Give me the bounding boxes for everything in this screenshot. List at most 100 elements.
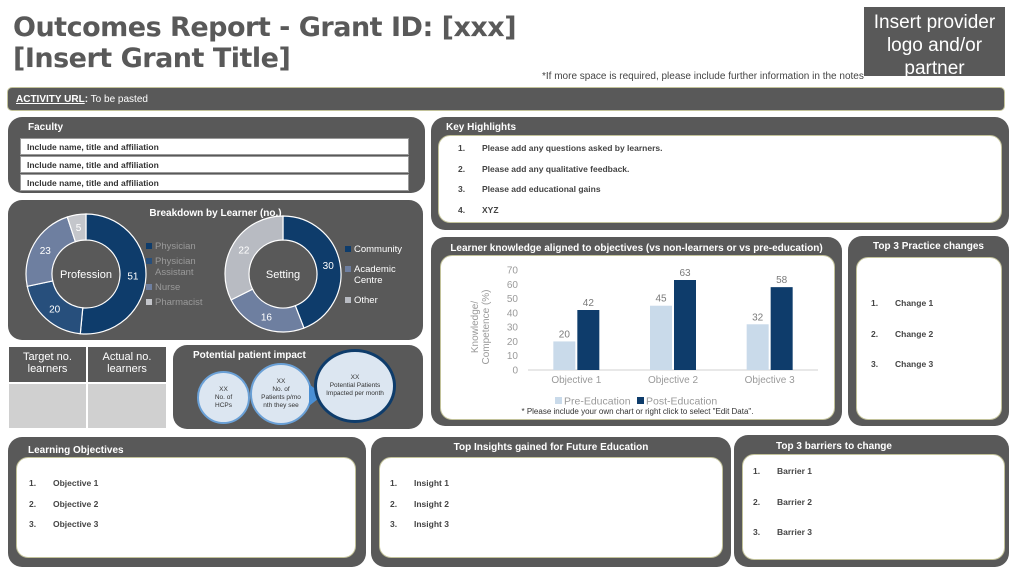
x-tick-label: Objective 3 <box>745 375 795 386</box>
legend-swatch <box>146 243 152 249</box>
donut-slice <box>224 215 284 301</box>
legend-nurse: Nurse <box>146 282 180 293</box>
objectives-panel: Learning Objectives 1. Objective 1 2. Obje… <box>8 437 366 567</box>
bar-data-label: 32 <box>752 312 764 323</box>
practice-changes-panel: Top 3 Practice changes 1. Change 1 2. Chan… <box>848 236 1009 426</box>
legend-label: Post-Education <box>646 396 717 408</box>
knowledge-title: Learner knowledge aligned to objectives … <box>450 243 823 254</box>
list-item: 3. Barrier 3 <box>753 527 812 537</box>
patients-per-month-bubble: XX No. of Patients p/mo nth they see <box>250 363 312 425</box>
highlights-title: Key Highlights <box>446 122 517 133</box>
list-item: 1. Insight 1 <box>390 478 449 488</box>
donut-data-label: 22 <box>238 245 250 256</box>
objectives-list: 1. Objective 1 2. Objective 2 3. Objective … <box>29 478 98 540</box>
legend-swatch <box>555 397 562 404</box>
donut-data-label: 5 <box>76 223 82 234</box>
highlights-panel: Key Highlights 1. Please add any question… <box>431 117 1009 230</box>
legend-other: Other <box>345 295 378 306</box>
y-tick-label: 50 <box>507 294 519 305</box>
legend-swatch <box>345 297 351 303</box>
donut-data-label: 23 <box>40 246 52 257</box>
x-tick-label: Objective 1 <box>551 375 601 386</box>
objectives-content: 1. Objective 1 2. Objective 2 3. Objective … <box>16 457 356 558</box>
insights-content: 1. Insight 1 2. Insight 2 3. Insight 3 <box>379 457 723 558</box>
insights-panel: Top Insights gained for Future Education… <box>371 437 731 567</box>
chart-note: * Please include your own chart or right… <box>521 407 754 416</box>
list-item: 2. Objective 2 <box>29 498 99 509</box>
practice-changes-content: 1. Change 1 2. Change 2 3. Change 3 <box>856 257 1002 420</box>
hcp-bubble: XX No. of HCPs <box>197 371 250 424</box>
activity-url-bar: ACTIVITY URL: To be pasted <box>7 87 1005 111</box>
y-tick-label: 60 <box>507 280 519 291</box>
legend-label: Pre-Education <box>564 396 631 408</box>
barriers-list: 1. Barrier 1 2. Barrier 2 3. Barrier 3 <box>753 466 812 558</box>
list-item: 4. XYZ <box>458 204 499 215</box>
faculty-row: Include name, title and affiliation <box>20 174 409 191</box>
patient-impact-title: Potential patient impact <box>193 350 306 361</box>
bar-chart-body: 0 10 20 30 40 50 60 70 20 42 Objective 1 45 63 Object… <box>507 266 818 408</box>
faculty-row: Include name, title and affiliation <box>20 138 409 155</box>
list-item: 1. Barrier 1 <box>753 466 812 476</box>
setting-center-label: Setting <box>266 269 300 281</box>
bar <box>577 310 600 370</box>
space-note: *If more space is required, please inclu… <box>542 71 864 82</box>
title-line-1: Outcomes Report - Grant ID: [xxx] <box>13 12 517 43</box>
list-item: 3. Change 3 <box>871 359 934 369</box>
faculty-title: Faculty <box>28 122 64 133</box>
legend-swatch <box>146 299 152 305</box>
list-item: 3. Objective 3 <box>29 519 99 529</box>
list-item: 1. Change 1 <box>871 298 934 308</box>
donut-slice <box>230 288 305 333</box>
legend-pharmacist: Pharmacist <box>146 297 203 308</box>
bar <box>746 324 769 370</box>
bubble-label: No. of HCPs <box>214 393 233 409</box>
legend-community: Community <box>345 244 402 255</box>
bubble-value: XX <box>276 378 286 385</box>
profession-center-label: Profession <box>60 269 112 281</box>
legend-swatch <box>345 246 351 252</box>
activity-url-label: ACTIVITY URL <box>16 94 85 105</box>
patients-impacted-bubble: XX Potential Patients Impacted per month <box>314 349 396 423</box>
legend-physician: Physician <box>146 241 196 252</box>
list-item: 3. Please add educational gains <box>458 184 601 194</box>
bubble-label: Potential Patients Impacted per month <box>326 382 384 397</box>
barriers-title: Top 3 barriers to change <box>776 441 892 452</box>
legend-swatch <box>345 266 351 272</box>
y-tick-label: 0 <box>512 366 518 377</box>
legend-academic-centre: Academic Centre <box>345 264 410 286</box>
activity-url-value: To be pasted <box>90 94 148 105</box>
practice-changes-title: Top 3 Practice changes <box>873 241 984 252</box>
target-learners-header: Target no. learners <box>9 347 86 382</box>
donut-data-label: 51 <box>127 272 139 283</box>
legend-swatch <box>146 284 152 290</box>
bar-data-label: 42 <box>583 298 595 309</box>
donut-data-label: 16 <box>261 312 273 323</box>
actual-learners-cell <box>88 384 166 428</box>
bar <box>674 280 696 370</box>
legend-physician-assistant: Physician Assistant <box>146 256 226 278</box>
bar <box>770 287 793 370</box>
objectives-title: Learning Objectives <box>28 445 124 456</box>
page-title: Outcomes Report - Grant ID: [xxx] [Inser… <box>13 12 533 74</box>
list-item: 3. Insight 3 <box>390 519 449 529</box>
x-tick-label: Objective 2 <box>648 375 698 386</box>
bar-data-label: 58 <box>776 275 788 286</box>
bar-data-label: 20 <box>559 329 571 340</box>
insights-list: 1. Insight 1 2. Insight 2 3. Insight 3 <box>390 478 449 540</box>
y-tick-label: 30 <box>507 323 519 334</box>
legend-swatch <box>146 258 152 264</box>
donut-data-label: 30 <box>323 261 335 272</box>
knowledge-bar-chart: 0 10 20 30 40 50 60 70 20 42 Objective 1 45 63 Object… <box>470 266 818 408</box>
bar <box>650 305 672 370</box>
list-item: 2. Insight 2 <box>390 498 449 509</box>
y-tick-label: 70 <box>507 266 519 277</box>
y-tick-label: 20 <box>507 337 519 348</box>
logo-placeholder: Insert provider logo and/or partner <box>864 7 1005 79</box>
legend-swatch <box>637 397 644 404</box>
target-learners-cell <box>9 384 86 428</box>
highlights-list: 1. Please add any questions asked by lear… <box>458 143 662 225</box>
list-item: 1. Please add any questions asked by lear… <box>458 143 663 153</box>
list-item: 2. Please add any qualitative feedback. <box>458 163 630 174</box>
bubble-value: XX <box>350 374 360 381</box>
y-tick-label: 40 <box>507 308 519 319</box>
